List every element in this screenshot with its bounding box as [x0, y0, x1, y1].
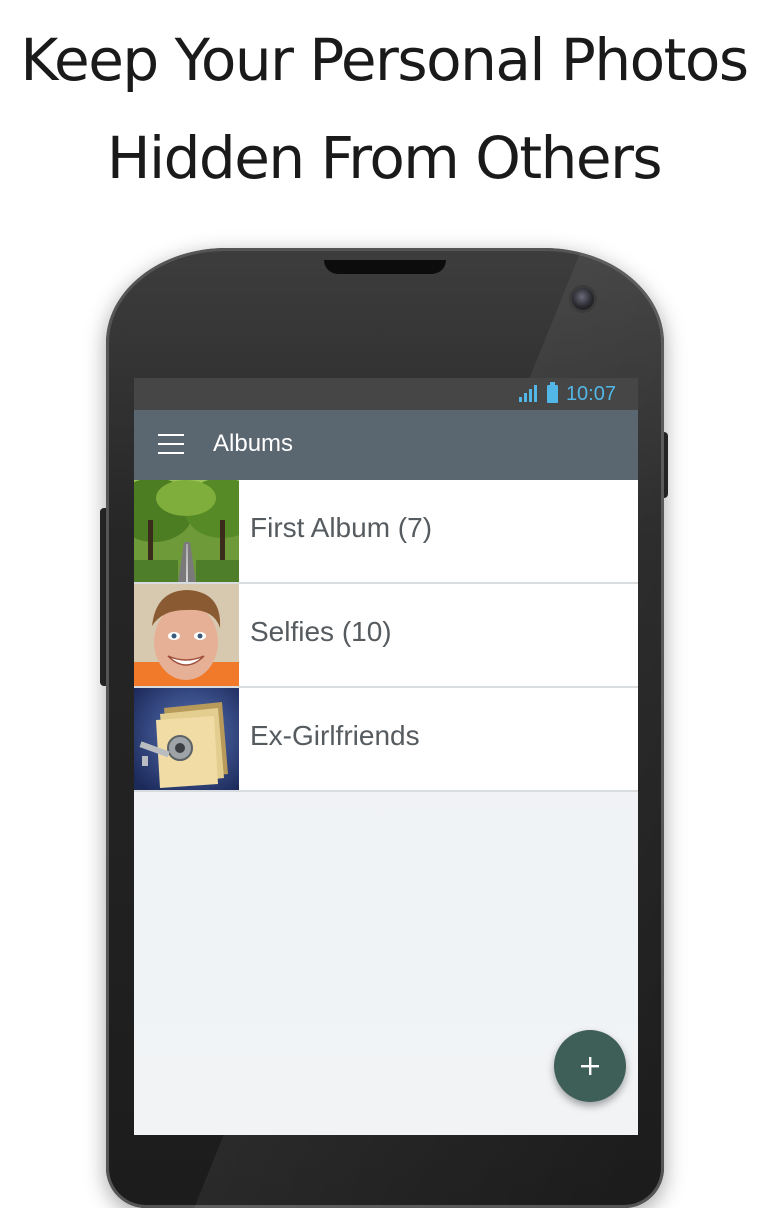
album-list: First Album (7) Selfies (10) Ex-Girlfrie… — [134, 480, 638, 792]
locked-folder-icon — [134, 688, 239, 790]
add-album-button[interactable] — [554, 1030, 626, 1102]
status-clock: 10:07 — [565, 382, 616, 405]
status-bar: 10:07 — [134, 378, 638, 410]
album-row-first-album[interactable]: First Album (7) — [134, 480, 638, 584]
app-bar: Albums — [134, 410, 638, 480]
album-label: First Album (7) — [250, 512, 433, 543]
album-label: Ex-Girlfriends — [250, 720, 420, 751]
status-icons: 10:07 — [518, 378, 616, 410]
phone-screen: 10:07 Albums First Album (7) Selfies (10… — [134, 378, 638, 1135]
front-camera-icon — [572, 288, 594, 310]
smiling-face-photo — [134, 584, 239, 686]
signal-icon — [518, 385, 539, 403]
promo-headline-line2: Hidden From Others — [106, 124, 663, 192]
album-row-selfies[interactable]: Selfies (10) — [134, 584, 638, 688]
album-row-ex-girlfriends[interactable]: Ex-Girlfriends — [134, 688, 638, 792]
menu-icon[interactable] — [158, 434, 184, 454]
battery-icon — [546, 382, 558, 403]
phone-speaker — [324, 260, 446, 274]
promo-headline-line1: Keep Your Personal Photos — [20, 26, 749, 94]
album-label: Selfies (10) — [250, 616, 392, 647]
plus-icon — [581, 1057, 599, 1075]
tree-lined-road-photo — [134, 480, 239, 582]
app-bar-title: Albums — [213, 430, 294, 457]
